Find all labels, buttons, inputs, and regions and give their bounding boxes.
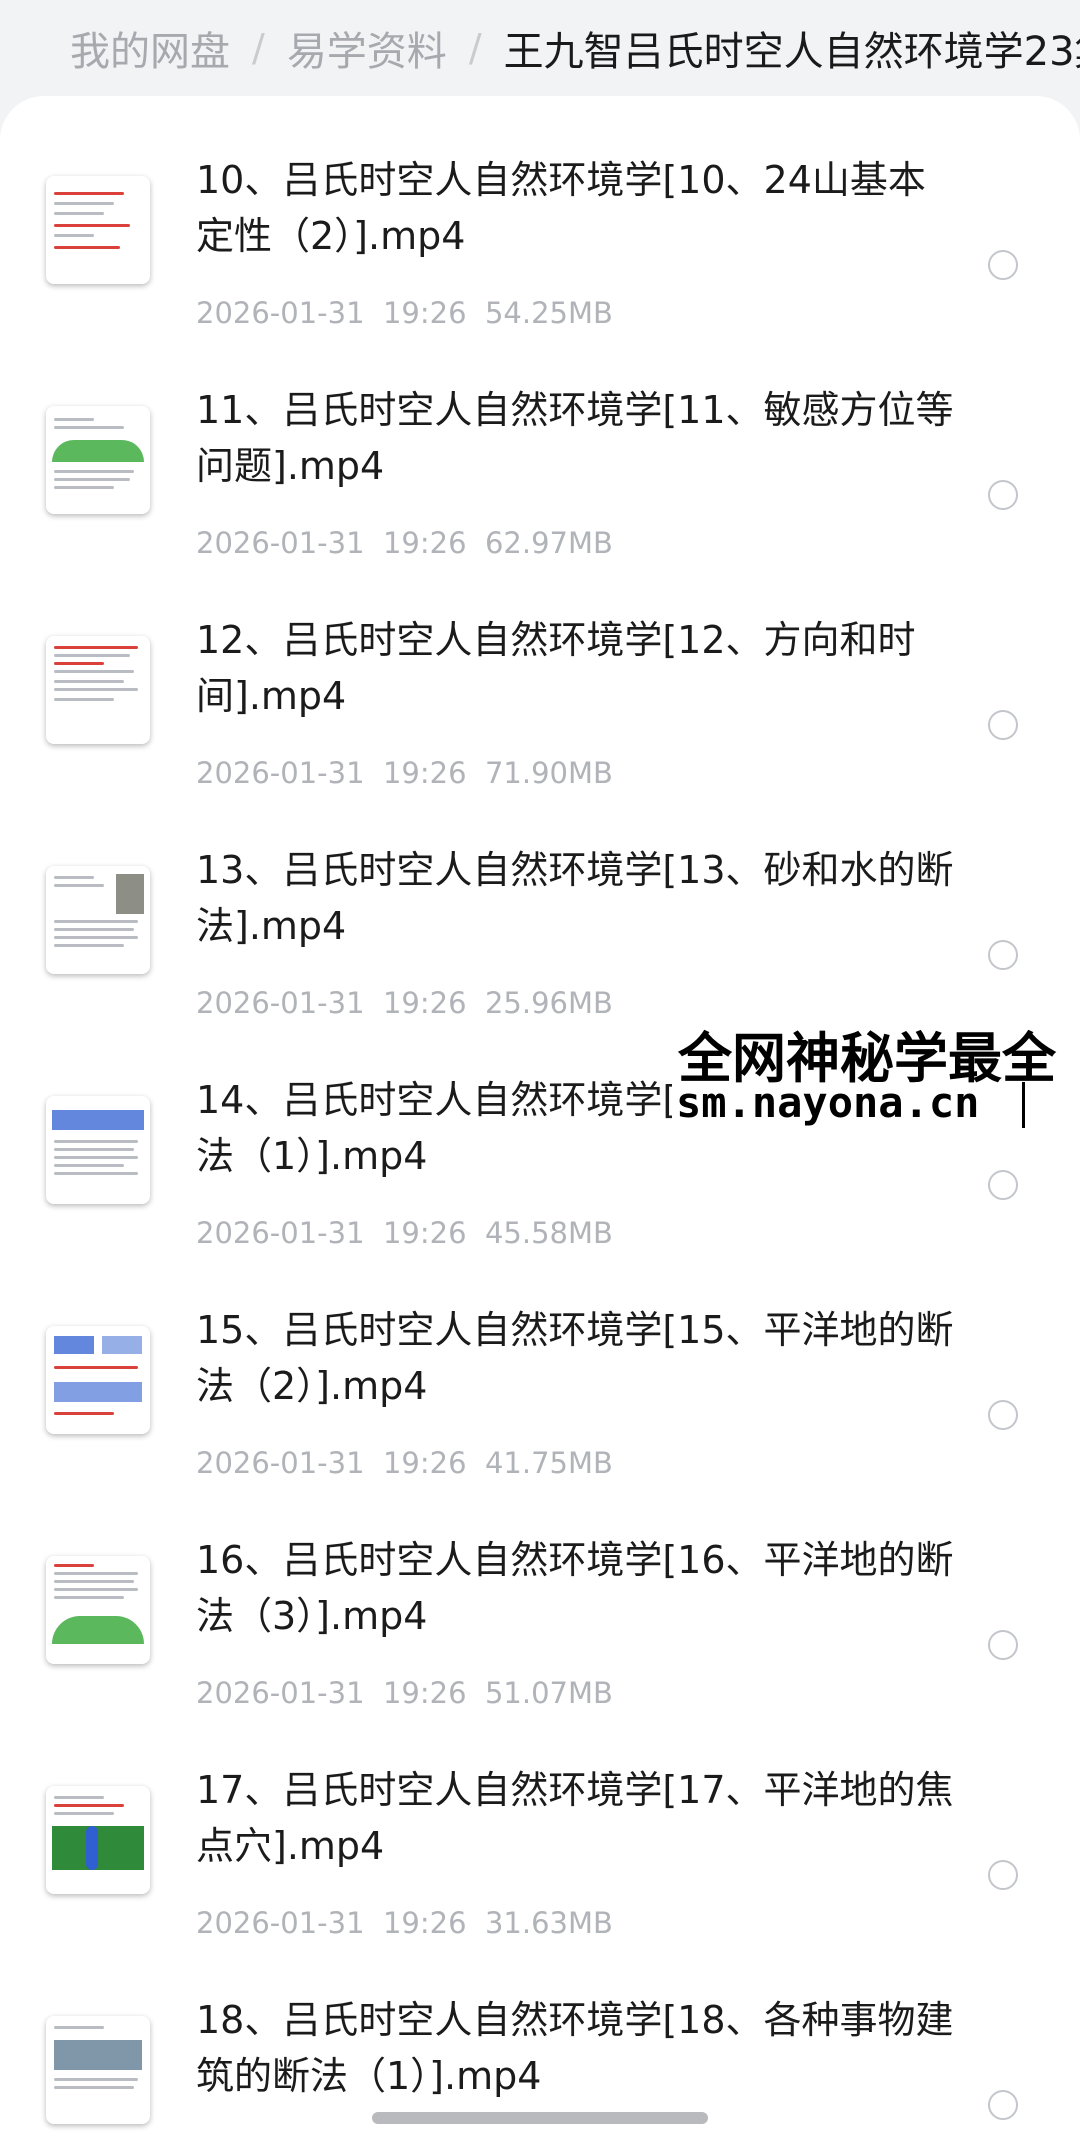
breadcrumb-current-folder: 王九智吕氏时空人自然环境学23集 [503, 29, 1080, 75]
file-name: 13、吕氏时空人自然环境学[13、砂和水的断法].mp4 [196, 848, 954, 948]
file-meta: 2026-01-31 19:26 51.07MB [196, 1676, 613, 1710]
file-list-item[interactable]: 12、吕氏时空人自然环境学[12、方向和时间].mp4 2026-01-31 1… [0, 576, 1080, 806]
video-thumbnail [46, 176, 150, 284]
file-name: 15、吕氏时空人自然环境学[15、平洋地的断法（2）].mp4 [196, 1308, 954, 1408]
video-thumbnail [46, 1556, 150, 1664]
file-list-item[interactable]: 16、吕氏时空人自然环境学[16、平洋地的断法（3）].mp4 2026-01-… [0, 1496, 1080, 1726]
file-list-item[interactable]: 15、吕氏时空人自然环境学[15、平洋地的断法（2）].mp4 2026-01-… [0, 1266, 1080, 1496]
text-cursor [1022, 1082, 1025, 1128]
home-indicator[interactable] [372, 2112, 708, 2124]
select-radio-icon[interactable] [988, 1170, 1018, 1200]
file-name: 10、吕氏时空人自然环境学[10、24山基本定性（2）].mp4 [196, 158, 926, 258]
file-meta: 2026-01-31 19:26 71.90MB [196, 756, 613, 790]
file-meta: 2026-01-31 19:26 45.58MB [196, 1216, 613, 1250]
video-thumbnail [46, 636, 150, 744]
file-meta: 2026-01-31 19:26 54.25MB [196, 296, 613, 330]
select-radio-icon[interactable] [988, 1400, 1018, 1430]
breadcrumb-item-folder[interactable]: 易学资料 [287, 19, 447, 77]
file-name: 18、吕氏时空人自然环境学[18、各种事物建筑的断法（1）].mp4 [196, 1998, 954, 2098]
breadcrumb-separator: / [252, 26, 265, 70]
file-browser-page: 我的网盘 / 易学资料 / 王九智吕氏时空人自然环境学23集 10、吕氏时空人自… [0, 0, 1080, 2152]
watermark-overlay: 全网神秘学最全 sm.nayona.cn [672, 1012, 1080, 1132]
file-meta: 2026-01-31 19:26 62.97MB [196, 526, 613, 560]
breadcrumb-separator: / [468, 26, 482, 70]
video-thumbnail [46, 866, 150, 974]
file-list-item[interactable]: 10、吕氏时空人自然环境学[10、24山基本定性（2）].mp4 2026-01… [0, 116, 1080, 346]
file-name: 12、吕氏时空人自然环境学[12、方向和时间].mp4 [196, 618, 916, 718]
select-radio-icon[interactable] [988, 1860, 1018, 1890]
video-thumbnail [46, 1326, 150, 1434]
select-radio-icon[interactable] [988, 710, 1018, 740]
watermark-url: sm.nayona.cn [676, 1078, 980, 1127]
select-radio-icon[interactable] [988, 250, 1018, 280]
file-list-item[interactable]: 17、吕氏时空人自然环境学[17、平洋地的焦点穴].mp4 2026-01-31… [0, 1726, 1080, 1956]
select-radio-icon[interactable] [988, 940, 1018, 970]
file-name: 11、吕氏时空人自然环境学[11、敏感方位等问题].mp4 [196, 388, 954, 488]
video-thumbnail [46, 1096, 150, 1204]
file-name: 17、吕氏时空人自然环境学[17、平洋地的焦点穴].mp4 [196, 1768, 954, 1868]
select-radio-icon[interactable] [988, 480, 1018, 510]
video-thumbnail [46, 1786, 150, 1894]
file-name: 16、吕氏时空人自然环境学[16、平洋地的断法（3）].mp4 [196, 1538, 954, 1638]
file-meta: 2026-01-31 19:26 25.96MB [196, 986, 613, 1020]
select-radio-icon[interactable] [988, 2090, 1018, 2120]
select-radio-icon[interactable] [988, 1630, 1018, 1660]
breadcrumb: 我的网盘 / 易学资料 / 王九智吕氏时空人自然环境学23集 [0, 0, 1080, 96]
breadcrumb-item-my-drive[interactable]: 我的网盘 [70, 19, 230, 77]
file-list-item[interactable]: 11、吕氏时空人自然环境学[11、敏感方位等问题].mp4 2026-01-31… [0, 346, 1080, 576]
file-meta: 2026-01-31 19:26 41.75MB [196, 1446, 613, 1480]
file-meta: 2026-01-31 19:26 31.63MB [196, 1906, 613, 1940]
video-thumbnail [46, 406, 150, 514]
file-list-item[interactable]: 13、吕氏时空人自然环境学[13、砂和水的断法].mp4 2026-01-31 … [0, 806, 1080, 1036]
video-thumbnail [46, 2016, 150, 2124]
